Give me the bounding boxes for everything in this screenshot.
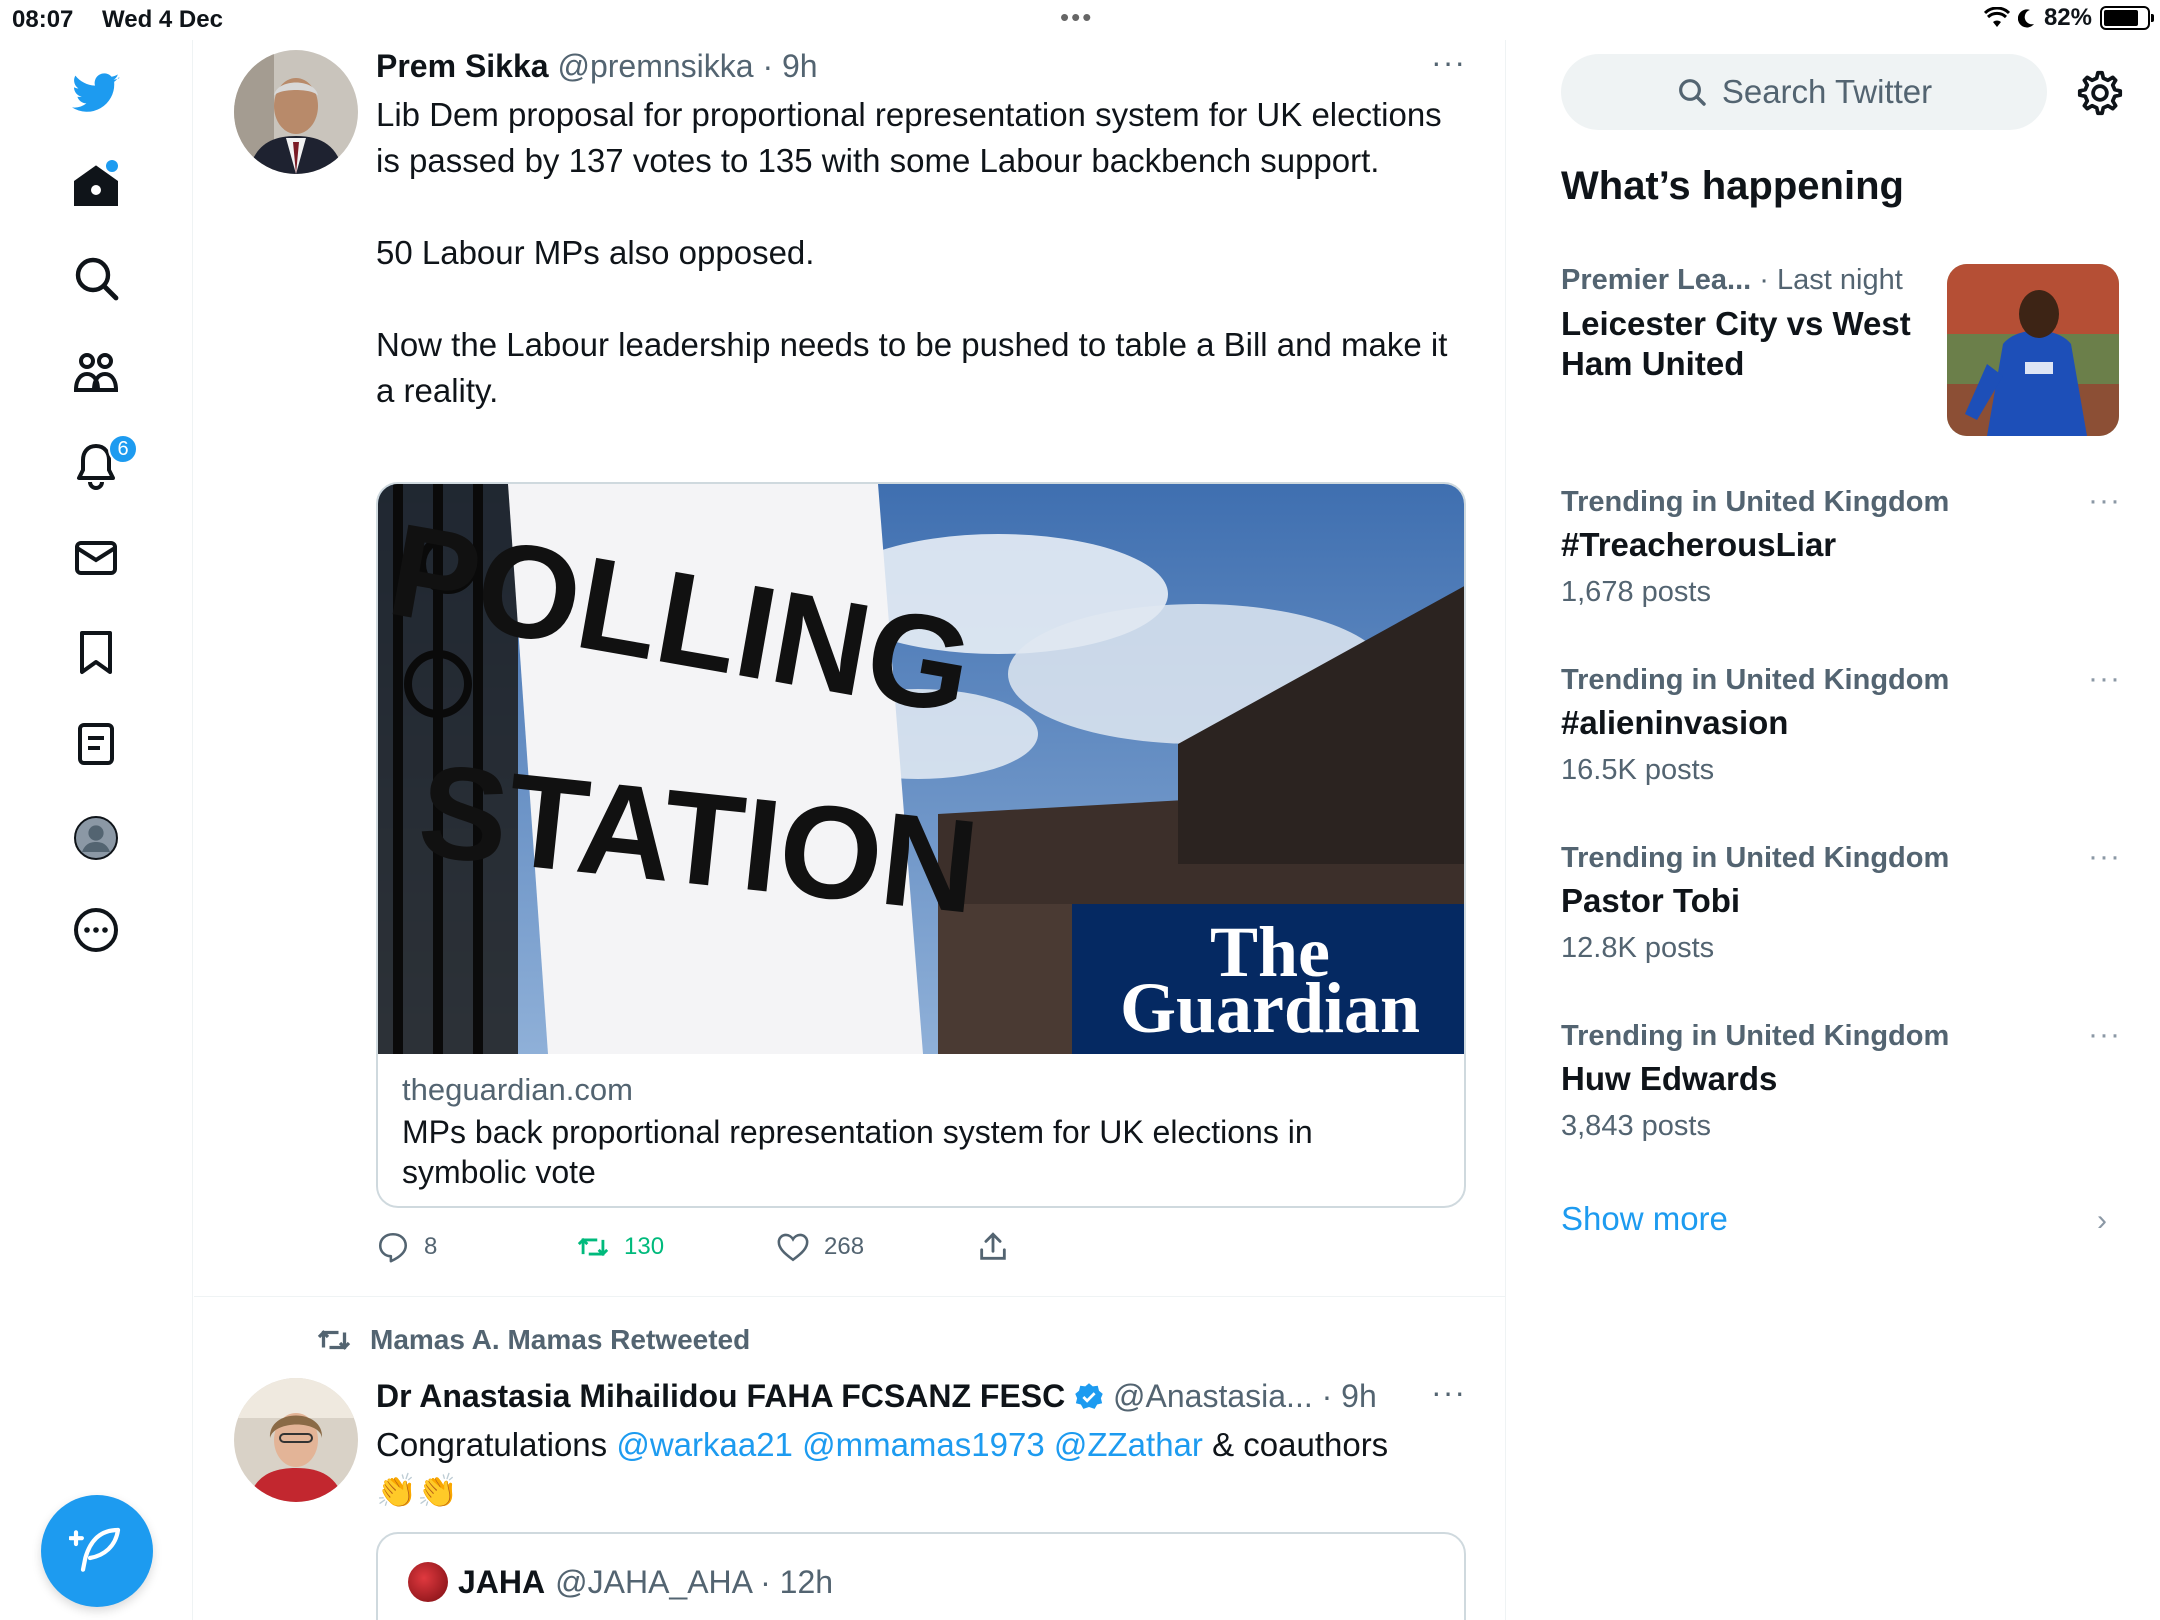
trend-more-icon[interactable]: ··· [2088,484,2121,518]
search-input[interactable]: Search Twitter [1561,54,2047,130]
battery-icon [2100,6,2154,30]
trend-more-icon[interactable]: ··· [2088,1018,2121,1052]
show-more-link[interactable]: Show more [1561,1200,1728,1238]
moon-icon [2017,9,2034,28]
avatar[interactable] [234,1378,358,1502]
trend-post-count: 3,843 posts [1561,1110,1711,1142]
notifications-bell-icon[interactable]: 6 [66,434,138,496]
lists-icon[interactable] [66,714,126,774]
search-icon[interactable] [66,248,126,308]
tweet-time[interactable]: 9h [1341,1378,1377,1414]
trend-category: Trending in United Kingdom [1561,486,1950,518]
trend-post-count: 12.8K posts [1561,932,1715,964]
battery-percent: 82% [2043,4,2092,31]
home-icon[interactable] [66,156,126,216]
tweet-text: Congratulations @warkaa21 @mmamas1973 @Z… [376,1422,1466,1514]
twitter-logo-icon[interactable] [66,62,126,122]
settings-gear-icon[interactable] [2075,68,2125,118]
quoted-tweet-header: JAHA @JAHA_AHA · 12h [408,1562,833,1602]
mention-link[interactable]: @ZZathar [1054,1426,1203,1463]
author-handle[interactable]: @Anastasia... [1113,1378,1313,1414]
tweet-text-start: Congratulations [376,1426,617,1463]
right-sidebar: Search Twitter What’s happening Premier … [1507,40,2160,1620]
trend-post-count: 1,678 posts [1561,576,1711,608]
left-nav: 6 [0,40,193,1620]
status-time: 08:07 [12,6,74,33]
mention-link[interactable]: @warkaa21 [616,1426,793,1463]
status-bar: 08:07 Wed 4 Dec ••• 82% [0,0,2160,40]
profile-avatar-icon[interactable] [66,808,126,868]
trend-category: Trending in United Kingdom [1561,842,1950,874]
trend-item[interactable]: Trending in United Kingdom #alieninvasio… [1561,662,2121,814]
trend-post-count: 16.5K posts [1561,754,1715,786]
retweet-icon [317,1330,351,1350]
verified-badge-icon [1075,1383,1103,1409]
status-right: 82% [1983,4,2154,32]
compose-feather-icon [69,1527,121,1572]
mention-link[interactable]: @mmamas1973 [802,1426,1045,1463]
messages-envelope-icon[interactable] [66,528,126,588]
communities-icon[interactable] [66,342,126,402]
trend-more-icon[interactable]: ··· [2088,662,2121,696]
quoted-author-name: JAHA [458,1563,546,1600]
featured-trend-category: Premier Lea... · Last night [1561,264,1903,296]
featured-trend-title: Leicester City vs West Ham United [1561,305,1911,382]
whats-happening-heading: What’s happening [1561,164,1904,208]
trend-category: Trending in United Kingdom [1561,664,1950,696]
notifications-badge: 6 [108,434,138,464]
chevron-right-icon[interactable]: › [2097,1204,2107,1238]
clapping-emoji: 👏👏 [376,1472,459,1509]
more-options-icon[interactable] [66,900,126,960]
trend-name: #alieninvasion [1561,704,1789,741]
retweeted-by[interactable]: Mamas A. Mamas Retweeted [316,1322,750,1358]
retweeted-by-label: Mamas A. Mamas Retweeted [370,1324,751,1355]
home-unread-dot [106,160,118,172]
trend-item[interactable]: Trending in United Kingdom #TreacherousL… [1561,484,2121,636]
author-name[interactable]: Dr Anastasia Mihailidou FAHA FCSANZ FESC [376,1378,1065,1414]
avatar [408,1562,448,1602]
trend-name: #TreacherousLiar [1561,526,1837,563]
featured-trend-image [1947,264,2119,436]
quoted-author-handle: @JAHA_AHA [555,1563,752,1600]
trend-name: Pastor Tobi [1561,882,1741,919]
featured-trend[interactable]: Premier Lea... · Last night Leicester Ci… [1561,264,2121,444]
quoted-tweet[interactable]: JAHA @JAHA_AHA · 12h [376,1532,1466,1620]
tweet-anastasia[interactable]: Mamas A. Mamas Retweeted Dr Anastasia Mi… [194,40,1505,1620]
timeline: Prem Sikka @premnsikka · 9h ··· Lib Dem … [194,40,1506,1620]
search-icon [1678,79,1706,106]
trend-name: Huw Edwards [1561,1060,1778,1097]
search-placeholder: Search Twitter [1721,73,1933,110]
tweet-text-end: & coauthors [1202,1426,1389,1463]
status-date: Wed 4 Dec [102,6,223,33]
bookmark-icon[interactable] [66,622,126,682]
trend-item[interactable]: Trending in United Kingdom Pastor Tobi 1… [1561,840,2121,992]
compose-tweet-button[interactable] [41,1495,153,1607]
tweet-header: Dr Anastasia Mihailidou FAHA FCSANZ FESC… [376,1378,1377,1414]
wifi-icon [1983,7,2010,27]
tweet-more-icon[interactable]: ··· [1431,1374,1466,1411]
multitasking-dots-icon[interactable]: ••• [1060,2,1093,33]
quoted-tweet-time: 12h [779,1563,834,1600]
trend-more-icon[interactable]: ··· [2088,840,2121,874]
trend-category: Trending in United Kingdom [1561,1020,1950,1052]
trend-item[interactable]: Trending in United Kingdom Huw Edwards 3… [1561,1018,2121,1170]
